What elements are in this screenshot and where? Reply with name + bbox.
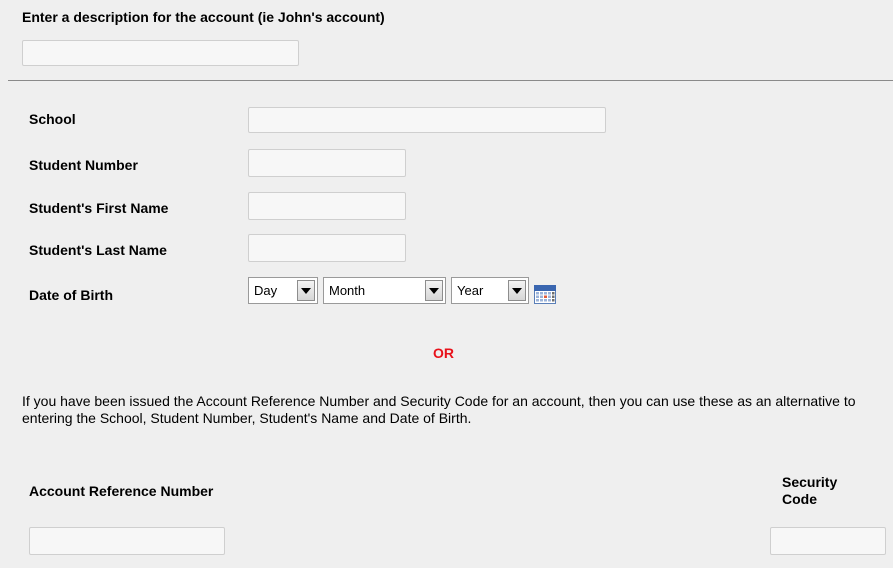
account-reference-input[interactable] [29, 527, 225, 555]
description-label: Enter a description for the account (ie … [22, 9, 385, 25]
school-label: School [29, 111, 76, 127]
or-separator: OR [433, 345, 454, 361]
security-code-input[interactable] [770, 527, 886, 555]
security-code-label: Security Code [782, 474, 838, 507]
student-number-input[interactable] [248, 149, 406, 177]
chevron-down-icon[interactable] [297, 280, 315, 301]
first-name-input[interactable] [248, 192, 406, 220]
chevron-down-icon[interactable] [425, 280, 443, 301]
alternative-info-text: If you have been issued the Account Refe… [22, 393, 856, 426]
section-divider [8, 80, 893, 81]
dob-month-select[interactable]: Month [323, 277, 446, 304]
dob-day-value: Day [254, 283, 278, 298]
dob-day-select[interactable]: Day [248, 277, 318, 304]
last-name-label: Student's Last Name [29, 242, 167, 258]
dob-year-select[interactable]: Year [451, 277, 529, 304]
last-name-input[interactable] [248, 234, 406, 262]
dob-year-value: Year [457, 283, 484, 298]
first-name-label: Student's First Name [29, 200, 169, 216]
dob-month-value: Month [329, 283, 366, 298]
account-reference-label: Account Reference Number [29, 483, 214, 499]
school-input[interactable] [248, 107, 606, 133]
calendar-icon[interactable] [534, 284, 556, 304]
dob-label: Date of Birth [29, 287, 113, 303]
description-input[interactable] [22, 40, 299, 66]
chevron-down-icon[interactable] [508, 280, 526, 301]
student-number-label: Student Number [29, 157, 138, 173]
